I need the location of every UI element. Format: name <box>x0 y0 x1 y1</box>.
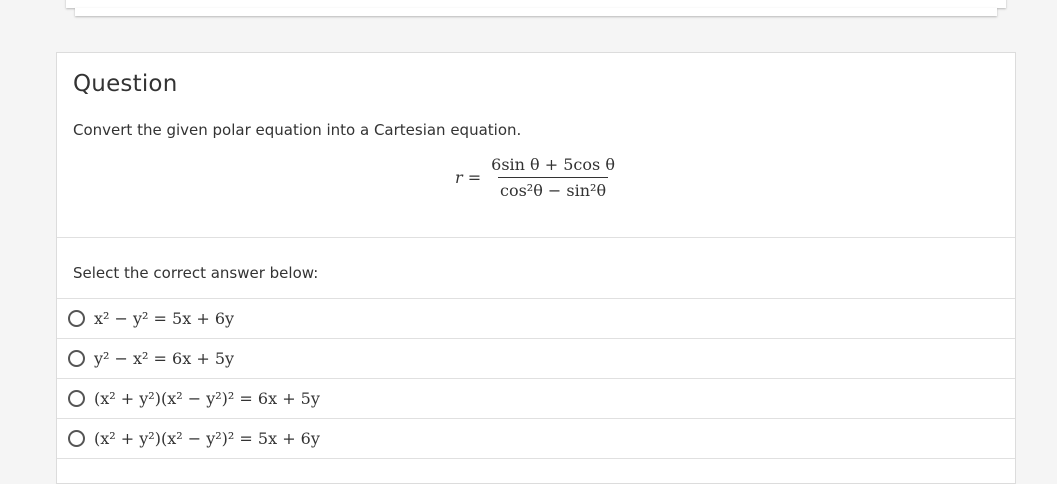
answer-options: x² − y² = 5x + 6y y² − x² = 6x + 5y (x² … <box>57 298 1015 459</box>
radio-button-icon[interactable] <box>68 430 85 447</box>
equation-denominator: cos²θ − sin²θ <box>497 177 609 200</box>
answer-option-2[interactable]: y² − x² = 6x + 5y <box>57 338 1015 378</box>
stacked-card-top <box>66 0 1006 8</box>
equation-fraction: 6sin θ + 5cos θ cos²θ − sin²θ <box>489 155 617 200</box>
answer-option-text: (x² + y²)(x² − y²)² = 6x + 5y <box>94 389 320 408</box>
answer-option-text: (x² + y²)(x² − y²)² = 5x + 6y <box>94 429 320 448</box>
question-prompt: Convert the given polar equation into a … <box>73 121 522 139</box>
answer-option-text: x² − y² = 5x + 6y <box>94 309 235 328</box>
answer-option-1[interactable]: x² − y² = 5x + 6y <box>57 298 1015 338</box>
answer-option-3[interactable]: (x² + y²)(x² − y²)² = 6x + 5y <box>57 378 1015 418</box>
question-card: Question Convert the given polar equatio… <box>56 52 1016 484</box>
radio-button-icon[interactable] <box>68 310 85 327</box>
stacked-card-bottom <box>75 8 997 16</box>
equation-lhs: r = <box>455 168 482 187</box>
equation-numerator: 6sin θ + 5cos θ <box>491 155 615 174</box>
radio-button-icon[interactable] <box>68 350 85 367</box>
answer-option-4[interactable]: (x² + y²)(x² − y²)² = 5x + 6y <box>57 418 1015 459</box>
question-area: Question Convert the given polar equatio… <box>57 53 1015 238</box>
answer-instructions: Select the correct answer below: <box>73 264 319 282</box>
radio-button-icon[interactable] <box>68 390 85 407</box>
polar-equation: r = 6sin θ + 5cos θ cos²θ − sin²θ <box>455 155 617 200</box>
question-title: Question <box>73 71 178 97</box>
answer-option-text: y² − x² = 6x + 5y <box>94 349 235 368</box>
previous-card-stack <box>66 0 1006 16</box>
